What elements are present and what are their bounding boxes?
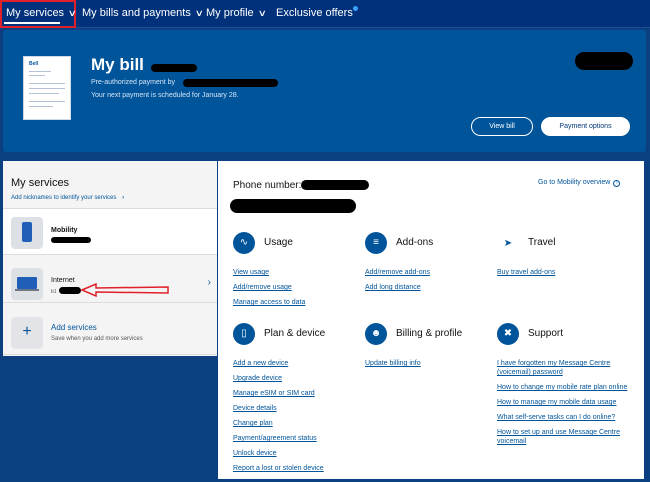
link-unlock-device[interactable]: Unlock device [233, 449, 368, 458]
link-view-usage[interactable]: View usage [233, 268, 368, 277]
nav-my-profile[interactable]: My profile ∨ [206, 0, 267, 28]
mobility-details-panel: Phone number: Go to Mobility overview › ∿… [218, 161, 644, 479]
tools-icon: ✖ [497, 323, 519, 345]
service-row-mobility[interactable]: Mobility [3, 209, 217, 255]
bill-title: My bill [91, 55, 144, 74]
laptop-icon [11, 268, 43, 300]
payment-options-button[interactable]: Payment options [541, 117, 630, 136]
link-self-serve-tasks[interactable]: What self-serve tasks can I do online? [497, 413, 632, 422]
redaction [51, 237, 91, 243]
bill-banner: Bell My bill Pre-authorized payment by Y… [3, 30, 646, 152]
redaction [59, 287, 81, 294]
redaction [183, 79, 278, 87]
services-title: My services [11, 177, 70, 189]
link-manage-data-usage[interactable]: How to manage my mobile data usage [497, 398, 632, 407]
service-row-add[interactable]: + Add services Save when you add more se… [3, 311, 217, 355]
bill-document-icon: Bell [23, 56, 71, 120]
link-change-rate-plan[interactable]: How to change my mobile rate plan online [497, 383, 632, 392]
list-icon: ≡ [365, 232, 387, 254]
plane-icon: ➤ [497, 232, 519, 254]
notification-dot [352, 6, 358, 11]
top-nav: My services ∨ My bills and payments ∨ My p… [0, 0, 650, 28]
usage-chart-icon: ∿ [233, 232, 255, 254]
link-forgot-voicemail-password[interactable]: I have forgotten my Message Centre (voic… [497, 359, 632, 377]
link-payment-agreement-status[interactable]: Payment/agreement status [233, 434, 368, 443]
chevron-right-icon: › [122, 195, 125, 201]
user-icon: ☻ [365, 323, 387, 345]
redaction [575, 52, 633, 70]
link-report-lost-device[interactable]: Report a lost or stolen device [233, 464, 368, 473]
nav-my-services[interactable]: My services ∨ [0, 0, 77, 28]
link-change-plan[interactable]: Change plan [233, 419, 368, 428]
link-upgrade-device[interactable]: Upgrade device [233, 374, 368, 383]
link-setup-voicemail[interactable]: How to set up and use Message Centre voi… [497, 428, 632, 446]
chevron-down-icon: ∨ [257, 8, 267, 18]
nav-exclusive-offers[interactable]: Exclusive offers [276, 0, 358, 28]
annotation-arrow [80, 283, 169, 297]
chevron-down-icon: ∨ [67, 8, 77, 18]
mobility-overview-link[interactable]: Go to Mobility overview › [538, 179, 621, 187]
view-bill-button[interactable]: View bill [471, 117, 533, 136]
phone-number-label: Phone number: [233, 180, 302, 191]
chevron-down-icon: ∨ [194, 8, 204, 18]
redaction [301, 180, 369, 190]
link-manage-esim[interactable]: Manage eSIM or SIM card [233, 389, 368, 398]
plus-icon: + [11, 317, 43, 349]
add-nicknames-link[interactable]: Add nicknames to identify your services … [11, 195, 124, 201]
link-add-remove-addons[interactable]: Add/remove add-ons [365, 268, 500, 277]
redaction [151, 64, 197, 72]
chevron-right-icon: › [207, 277, 211, 288]
mobile-device-icon: ▯ [233, 323, 255, 345]
chevron-right-circle-icon: › [613, 180, 621, 187]
nav-my-bills[interactable]: My bills and payments ∨ [82, 0, 204, 28]
redaction [230, 199, 356, 213]
services-panel: My services Add nicknames to identify yo… [3, 161, 217, 356]
bill-preauth: Pre-authorized payment by [91, 79, 176, 86]
link-add-remove-usage[interactable]: Add/remove usage [233, 283, 368, 292]
link-device-details[interactable]: Device details [233, 404, 368, 413]
bill-next-payment: Your next payment is scheduled for Janua… [91, 92, 239, 99]
link-buy-travel-addons[interactable]: Buy travel add-ons [497, 268, 632, 277]
link-add-long-distance[interactable]: Add long distance [365, 283, 500, 292]
services-header: My services Add nicknames to identify yo… [3, 161, 217, 209]
phone-icon [11, 217, 43, 249]
link-manage-access-data[interactable]: Manage access to data [233, 298, 368, 307]
link-add-new-device[interactable]: Add a new device [233, 359, 368, 368]
link-update-billing-info[interactable]: Update billing info [365, 359, 500, 368]
